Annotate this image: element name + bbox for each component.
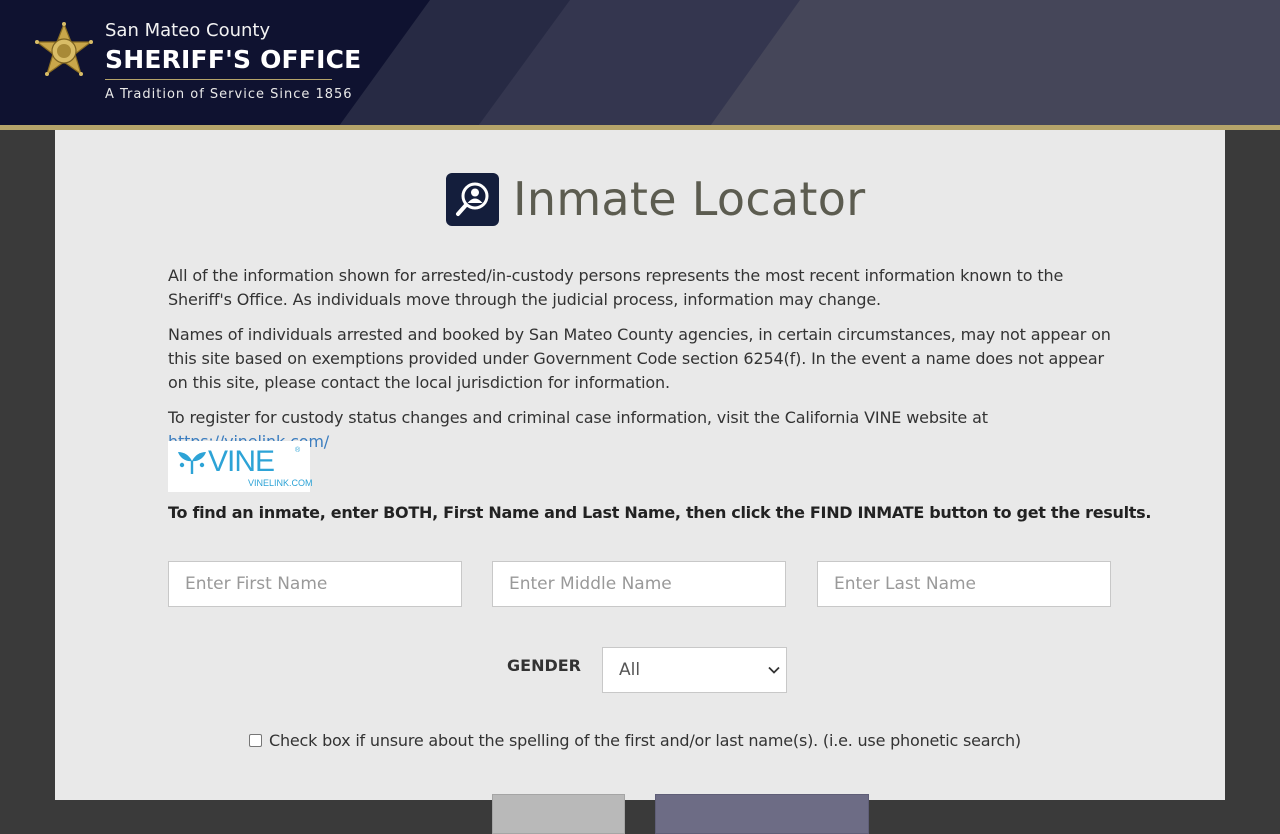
- main-content: Inmate Locator All of the information sh…: [55, 130, 1225, 834]
- reset-button[interactable]: [492, 794, 625, 834]
- page-title: Inmate Locator: [513, 172, 866, 226]
- person-search-icon: [446, 172, 499, 226]
- phonetic-search-label[interactable]: Check box if unsure about the spelling o…: [269, 731, 1021, 750]
- vine-logo-registered: ®: [295, 447, 301, 454]
- brand-divider: [105, 79, 332, 80]
- first-name-input[interactable]: [168, 561, 462, 607]
- gender-label: GENDER: [507, 656, 581, 675]
- brand-office-title[interactable]: SHERIFF'S OFFICE: [105, 45, 361, 74]
- gender-select[interactable]: All: [602, 647, 787, 693]
- middle-name-input[interactable]: [492, 561, 786, 607]
- phonetic-search-row: Check box if unsure about the spelling o…: [249, 731, 1021, 750]
- gender-select-value: All: [619, 660, 641, 680]
- brand-tagline: A Tradition of Service Since 1856: [105, 87, 353, 102]
- vine-paragraph-text: To register for custody status changes a…: [168, 408, 988, 427]
- vine-paragraph: To register for custody status changes a…: [168, 406, 1118, 454]
- vine-logo-word: VINE: [208, 445, 275, 478]
- exemption-paragraph: Names of individuals arrested and booked…: [168, 325, 1111, 392]
- site-header: San Mateo County SHERIFF'S OFFICE A Trad…: [0, 0, 1280, 125]
- page-gutter-left: [0, 130, 55, 800]
- phonetic-search-checkbox[interactable]: [249, 734, 262, 747]
- vine-leaf-icon: [178, 452, 206, 474]
- find-inmate-button[interactable]: [655, 794, 869, 834]
- chevron-down-icon: [768, 666, 780, 674]
- vine-logo[interactable]: VINE ® VINELINK.COM: [168, 441, 313, 492]
- info-paragraph: All of the information shown for arreste…: [168, 266, 1064, 309]
- vine-logo-subtext: VINELINK.COM: [248, 478, 313, 488]
- search-instructions: To find an inmate, enter BOTH, First Nam…: [168, 503, 1152, 522]
- sheriff-star-badge-icon[interactable]: [33, 22, 95, 86]
- last-name-input[interactable]: [817, 561, 1111, 607]
- brand-county[interactable]: San Mateo County: [105, 20, 270, 41]
- page-title-group: Inmate Locator: [446, 171, 865, 227]
- page-gutter-right: [1225, 130, 1280, 800]
